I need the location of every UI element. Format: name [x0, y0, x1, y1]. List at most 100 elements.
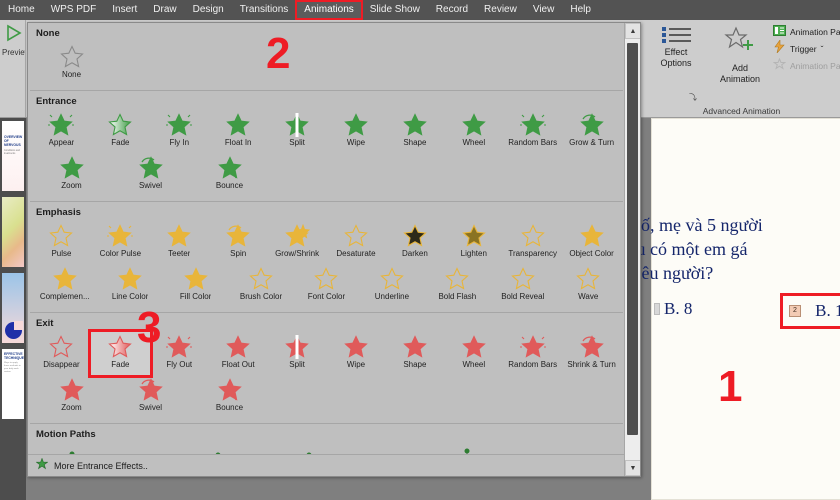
star-bold-flash-icon — [444, 266, 470, 292]
animation-effect-swivel[interactable]: Swivel — [111, 375, 190, 418]
animation-gallery-dropdown[interactable]: None None Entrance Appear Fade Fly In Float In… — [27, 22, 641, 477]
animation-effect-shape[interactable]: Shape — [385, 110, 444, 153]
ribbon-tab-view[interactable]: View — [526, 2, 562, 18]
animation-effect-object-color[interactable]: Object Color — [562, 221, 621, 264]
ribbon-tab-draw[interactable]: Draw — [146, 2, 183, 18]
ribbon-tab-wps-pdf[interactable]: WPS PDF — [44, 2, 104, 18]
ribbon-tab-home[interactable]: Home — [1, 2, 42, 18]
ribbon-tab-review[interactable]: Review — [477, 2, 524, 18]
animation-effect-shrink-turn[interactable]: Shrink & Turn — [562, 332, 621, 375]
dialog-launcher-icon[interactable]: ⤵ — [689, 92, 697, 103]
ribbon-tab-record[interactable]: Record — [429, 2, 475, 18]
answer-option-b10-selection[interactable]: 2 B. 10 — [780, 293, 840, 329]
more-entrance-effects-button[interactable]: More Entrance Effects.. — [28, 454, 625, 476]
gallery-row: None — [32, 42, 621, 85]
animation-effect-label: Fade — [111, 360, 130, 369]
animation-painter-icon — [772, 57, 787, 75]
animation-effect-color-pulse[interactable]: Color Pulse — [91, 221, 150, 264]
add-animation-button[interactable]: Add Animation — [709, 24, 771, 85]
slide-thumbnail-panel[interactable]: OVERVIEW OF NERVOUS Conditions and treatm… — [0, 118, 26, 500]
animation-effect-label: Wheel — [462, 360, 486, 369]
star-split-icon — [284, 112, 310, 138]
ribbon-tab-help[interactable]: Help — [563, 2, 598, 18]
scrollbar-thumb[interactable] — [627, 43, 638, 435]
animation-effect-transparency[interactable]: Transparency — [503, 221, 562, 264]
animation-effect-bold-flash[interactable]: Bold Flash — [425, 264, 490, 307]
animation-effect-fly-in[interactable]: Fly In — [150, 110, 209, 153]
answer-option-b10[interactable]: B. 10 — [815, 301, 840, 321]
animation-effect-fade[interactable]: Fade — [87, 329, 153, 378]
star-outline-icon — [59, 44, 85, 70]
ribbon-tab-animations[interactable]: Animations — [295, 0, 363, 20]
animation-effect-lighten[interactable]: Lighten — [444, 221, 503, 264]
animation-effect-brush-color[interactable]: Brush Color — [228, 264, 293, 307]
animation-effect-bold-reveal[interactable]: Bold Reveal — [490, 264, 555, 307]
animation-effect-label: None — [61, 70, 82, 79]
animation-effect-label: Pulse — [51, 249, 72, 258]
current-slide[interactable]: n có bố, mẹ và 5 người on đều có một em g… — [597, 118, 840, 500]
animation-effect-bounce[interactable]: Bounce — [190, 153, 269, 196]
animation-effect-bounce[interactable]: Bounce — [190, 375, 269, 418]
animation-effect-label: Bounce — [215, 403, 244, 412]
ribbon-tab-slide-show[interactable]: Slide Show — [363, 2, 427, 18]
animation-effect-disappear[interactable]: Disappear — [32, 332, 91, 375]
animation-effect-zoom[interactable]: Zoom — [32, 153, 111, 196]
slide-thumbnail[interactable]: EFFECTIVE TECHNIQUES Ways to apply these … — [0, 346, 26, 422]
animation-effect-darken[interactable]: Darken — [385, 221, 444, 264]
animation-order-tag[interactable]: 2 — [789, 305, 801, 317]
animation-effect-desaturate[interactable]: Desaturate — [327, 221, 386, 264]
ribbon-tab-transitions[interactable]: Transitions — [233, 2, 296, 18]
animation-effect-grow-turn[interactable]: Grow & Turn — [562, 110, 621, 153]
animation-effect-pulse[interactable]: Pulse — [32, 221, 91, 264]
star-shape-icon — [402, 112, 428, 138]
animation-effect-label: Disappear — [43, 360, 80, 369]
gallery-scrollbar[interactable]: ▲ ▼ — [624, 23, 640, 476]
ribbon-tab-insert[interactable]: Insert — [105, 2, 144, 18]
animation-painter-button[interactable]: Animation Painter — [772, 57, 840, 75]
textbox-handle[interactable] — [654, 303, 660, 315]
animation-effect-zoom[interactable]: Zoom — [32, 375, 111, 418]
animation-effect-fly-out[interactable]: Fly Out — [150, 332, 209, 375]
animation-effect-label: Complemen... — [39, 292, 90, 301]
animation-effect-swivel[interactable]: Swivel — [111, 153, 190, 196]
animation-effect-float-out[interactable]: Float Out — [209, 332, 268, 375]
animation-effect-underline[interactable]: Underline — [359, 264, 424, 307]
animation-effect-float-in[interactable]: Float In — [209, 110, 268, 153]
animation-effect-none[interactable]: None — [32, 42, 111, 85]
animation-effect-wheel[interactable]: Wheel — [444, 110, 503, 153]
animation-effect-shape[interactable]: Shape — [385, 332, 444, 375]
animation-effect-wave[interactable]: Wave — [556, 264, 621, 307]
star-swivel-icon — [138, 377, 164, 403]
animation-pane-button[interactable]: Animation Pane — [773, 23, 840, 40]
scroll-up-arrow-icon[interactable]: ▲ — [625, 23, 640, 39]
preview-button[interactable]: Preview — [2, 22, 25, 57]
effect-options-button[interactable]: Effect Options — [647, 24, 705, 69]
animation-effect-wheel[interactable]: Wheel — [444, 332, 503, 375]
animation-effect-split[interactable]: Split — [268, 110, 327, 153]
star-font-color-icon — [313, 266, 339, 292]
animation-effect-random-bars[interactable]: Random Bars — [503, 110, 562, 153]
animation-effect-grow-shrink[interactable]: Grow/Shrink — [268, 221, 327, 264]
animation-effect-complemen-[interactable]: Complemen... — [32, 264, 97, 307]
animation-effect-wipe[interactable]: Wipe — [327, 332, 386, 375]
slide-thumbnail[interactable] — [0, 270, 26, 346]
animation-effect-line-color[interactable]: Line Color — [97, 264, 162, 307]
slide-thumbnail[interactable] — [0, 194, 26, 270]
animation-effect-fill-color[interactable]: Fill Color — [163, 264, 228, 307]
animation-effect-appear[interactable]: Appear — [32, 110, 91, 153]
trigger-button[interactable]: Trigger ˇ — [773, 38, 839, 57]
animation-effect-random-bars[interactable]: Random Bars — [503, 332, 562, 375]
animation-effect-split[interactable]: Split — [268, 332, 327, 375]
trigger-caret-icon[interactable]: ˇ — [821, 44, 824, 54]
animation-effect-wipe[interactable]: Wipe — [327, 110, 386, 153]
slide-thumbnail[interactable]: OVERVIEW OF NERVOUS Conditions and treatm… — [0, 118, 26, 194]
animation-effect-fade[interactable]: Fade — [91, 110, 150, 153]
animation-effect-label: Fly In — [169, 138, 190, 147]
animation-effect-font-color[interactable]: Font Color — [294, 264, 359, 307]
scroll-down-arrow-icon[interactable]: ▼ — [625, 460, 640, 476]
animation-effect-spin[interactable]: Spin — [209, 221, 268, 264]
animation-effect-teeter[interactable]: Teeter — [150, 221, 209, 264]
thumbnail-title: EFFECTIVE TECHNIQUES — [4, 352, 24, 360]
ribbon-tab-design[interactable]: Design — [186, 2, 231, 18]
answer-option-b8[interactable]: B. 8 — [664, 299, 692, 319]
